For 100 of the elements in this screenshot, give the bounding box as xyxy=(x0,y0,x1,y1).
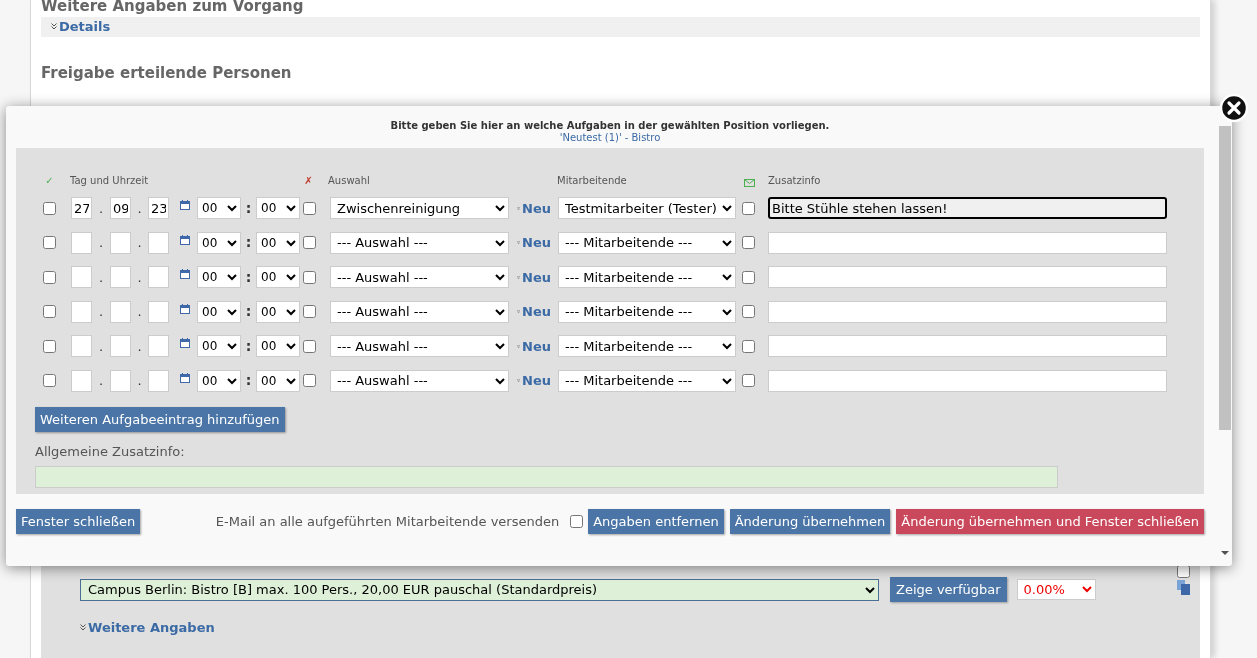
cancel-checkbox[interactable] xyxy=(303,339,316,353)
minute-select[interactable]: 00 xyxy=(256,300,300,323)
new-link[interactable]: Neu xyxy=(522,198,551,218)
hour-select[interactable]: 00 xyxy=(197,231,241,254)
calendar-icon[interactable] xyxy=(180,200,190,211)
date-field[interactable] xyxy=(148,335,169,358)
date-field[interactable] xyxy=(110,266,131,289)
hour-select[interactable]: 00 xyxy=(197,369,241,392)
notify-checkbox[interactable] xyxy=(742,374,755,388)
info-field[interactable] xyxy=(768,266,1167,289)
task-select[interactable]: --- Auswahl --- xyxy=(330,335,509,358)
calendar-icon[interactable] xyxy=(180,303,190,314)
staff-select[interactable]: --- Mitarbeitende --- xyxy=(558,335,736,358)
info-field[interactable]: Bitte Stühle stehen lassen! xyxy=(768,197,1167,220)
notify-checkbox[interactable] xyxy=(742,201,755,215)
date-field[interactable]: 27 xyxy=(71,197,92,220)
notify-checkbox[interactable] xyxy=(742,339,755,353)
cancel-checkbox[interactable] xyxy=(303,270,316,284)
show-available-button[interactable]: Zeige verfügbar xyxy=(890,577,1007,602)
date-field[interactable]: 23 xyxy=(148,197,169,220)
info-field[interactable] xyxy=(768,335,1167,358)
new-link[interactable]: Neu xyxy=(522,233,551,253)
task-select[interactable]: --- Auswahl --- xyxy=(330,266,509,289)
date-field[interactable] xyxy=(148,300,169,323)
task-select[interactable]: --- Auswahl --- xyxy=(330,231,509,254)
staff-select[interactable]: --- Mitarbeitende --- xyxy=(558,369,736,392)
info-field[interactable] xyxy=(768,231,1167,254)
row-checkbox[interactable] xyxy=(43,270,56,284)
row-checkbox[interactable] xyxy=(43,374,56,388)
date-field[interactable] xyxy=(148,231,169,254)
info-field[interactable] xyxy=(768,369,1167,392)
column-header: Tag und Uhrzeit xyxy=(70,174,150,188)
row-checkbox[interactable] xyxy=(1177,565,1190,578)
staff-select[interactable]: --- Mitarbeitende --- xyxy=(558,266,736,289)
details-link[interactable]: Details xyxy=(59,17,111,37)
task-select[interactable]: --- Auswahl --- xyxy=(330,369,509,392)
date-field[interactable] xyxy=(148,369,169,392)
new-link[interactable]: Neu xyxy=(522,371,551,391)
hour-select[interactable]: 00 xyxy=(197,197,241,220)
date-field[interactable] xyxy=(71,335,92,358)
row-checkbox[interactable] xyxy=(43,236,56,250)
field-label: Allgemeine Zusatzinfo: xyxy=(35,443,186,461)
cancel-checkbox[interactable] xyxy=(303,374,316,388)
hour-select[interactable]: 00 xyxy=(197,300,241,323)
calendar-icon[interactable] xyxy=(180,234,190,245)
time-separator: : xyxy=(244,371,253,391)
info-field[interactable] xyxy=(768,300,1167,323)
email-checkbox[interactable] xyxy=(570,515,584,528)
calendar-icon[interactable] xyxy=(180,269,190,280)
cancel-checkbox[interactable] xyxy=(303,305,316,319)
general-info-field[interactable] xyxy=(35,465,1058,488)
date-field[interactable] xyxy=(148,266,169,289)
staff-select[interactable]: --- Mitarbeitende --- xyxy=(558,300,736,323)
minute-select[interactable]: 00 xyxy=(256,266,300,289)
notify-checkbox[interactable] xyxy=(742,236,755,250)
staff-select[interactable]: Testmitarbeiter (Tester) xyxy=(558,197,736,220)
task-select[interactable]: Zwischenreinigung xyxy=(330,197,509,220)
date-field[interactable] xyxy=(71,369,92,392)
minute-select[interactable]: 00 xyxy=(256,369,300,392)
column-header: Zusatzinfo xyxy=(768,174,821,188)
more-details-link[interactable]: Weitere Angaben xyxy=(88,618,215,638)
minute-select[interactable]: 00 xyxy=(256,231,300,254)
date-field[interactable]: 09 xyxy=(110,197,131,220)
action-button[interactable]: Änderung übernehmen und Fenster schließen xyxy=(896,509,1204,534)
new-link[interactable]: Neu xyxy=(522,267,551,287)
copy-icon[interactable] xyxy=(1177,580,1190,595)
date-field[interactable] xyxy=(71,231,92,254)
minute-select[interactable]: 00 xyxy=(256,197,300,220)
double-chevron-icon xyxy=(80,624,86,632)
hour-select[interactable]: 00 xyxy=(197,335,241,358)
add-entry-button[interactable]: Weiteren Aufgabeeintrag hinzufügen xyxy=(35,407,285,432)
date-field[interactable] xyxy=(110,335,131,358)
position-link[interactable]: 'Neutest (1)' xyxy=(559,132,622,144)
discount-select[interactable]: 0.00% xyxy=(1016,579,1096,600)
mail-icon xyxy=(744,179,755,187)
new-link[interactable]: Neu xyxy=(522,302,551,322)
date-field[interactable] xyxy=(110,300,131,323)
calendar-icon[interactable] xyxy=(180,372,190,383)
notify-checkbox[interactable] xyxy=(742,305,755,319)
row-checkbox[interactable] xyxy=(43,305,56,319)
date-field[interactable] xyxy=(71,266,92,289)
close-window-button[interactable]: Fenster schließen xyxy=(16,509,141,534)
location-select[interactable]: Campus Berlin: Bistro [B] max. 100 Pers., 20,00 EUR pauschal (Standardpreis) xyxy=(80,578,879,601)
notify-checkbox[interactable] xyxy=(742,270,755,284)
date-field[interactable] xyxy=(110,231,131,254)
close-icon[interactable] xyxy=(1219,93,1249,123)
action-button[interactable]: Änderung übernehmen xyxy=(729,509,891,534)
row-checkbox[interactable] xyxy=(43,201,56,215)
calendar-icon[interactable] xyxy=(180,338,190,349)
minute-select[interactable]: 00 xyxy=(256,335,300,358)
hour-select[interactable]: 00 xyxy=(197,266,241,289)
staff-select[interactable]: --- Mitarbeitende --- xyxy=(558,231,736,254)
date-field[interactable] xyxy=(71,300,92,323)
task-select[interactable]: --- Auswahl --- xyxy=(330,300,509,323)
cancel-checkbox[interactable] xyxy=(303,236,316,250)
cancel-checkbox[interactable] xyxy=(303,201,316,215)
action-button[interactable]: Angaben entfernen xyxy=(588,509,724,534)
date-field[interactable] xyxy=(110,369,131,392)
new-link[interactable]: Neu xyxy=(522,336,551,356)
row-checkbox[interactable] xyxy=(43,339,56,353)
